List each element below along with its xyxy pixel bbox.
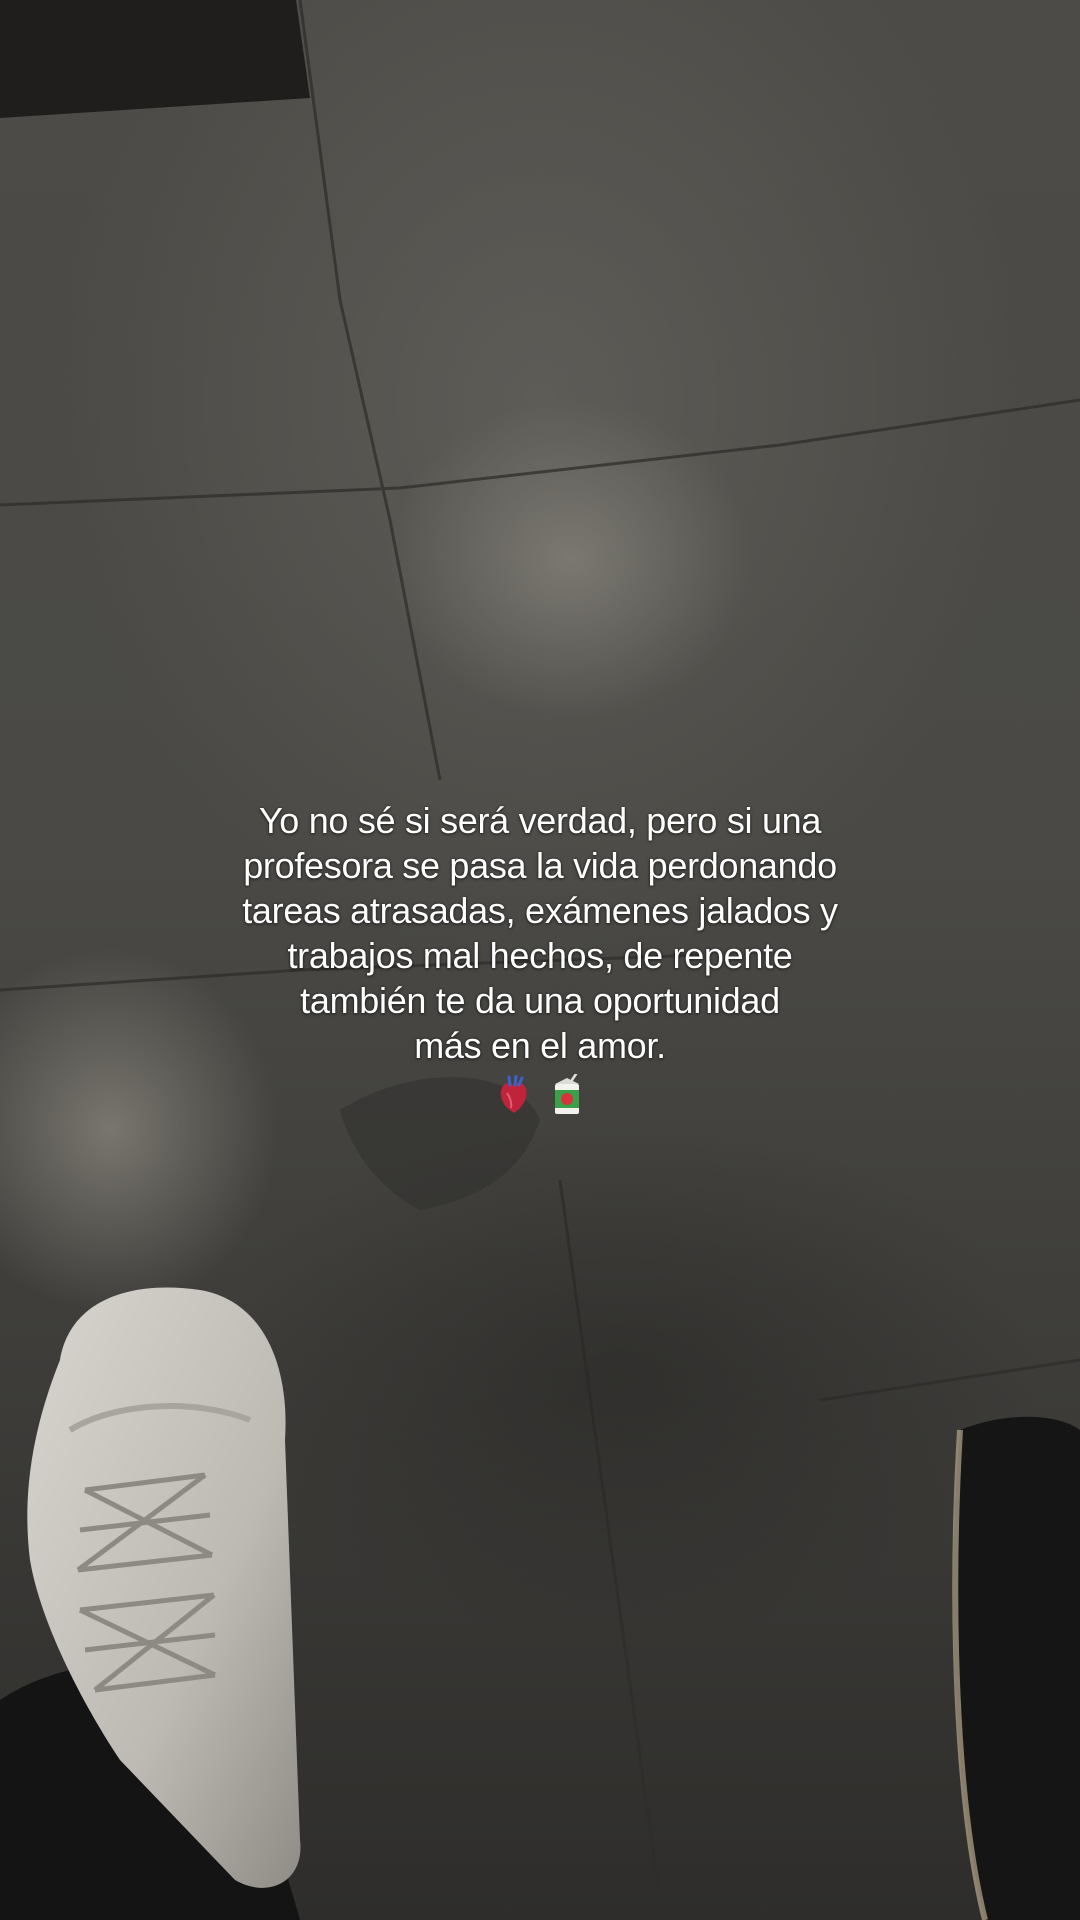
caption-line-5: también te da una oportunidad xyxy=(300,980,780,1021)
caption-line-4: trabajos mal hechos, de repente xyxy=(287,935,793,976)
caption-line-1: Yo no sé si será verdad, pero si una xyxy=(258,800,822,841)
caption-line-3: tareas atrasadas, exámenes jalados y xyxy=(242,890,838,931)
anatomical-heart-icon xyxy=(500,1075,527,1114)
caption-emoji-row xyxy=(140,1070,940,1115)
story-caption: Yo no sé si será verdad, pero si una pro… xyxy=(140,798,940,1115)
caption-line-2: profesora se pasa la vida perdonando xyxy=(243,845,837,886)
photo-background: Yo no sé si será verdad, pero si una pro… xyxy=(0,0,1080,1920)
caption-line-6: más en el amor. xyxy=(414,1025,666,1066)
dark-corner xyxy=(0,0,310,118)
juice-box-icon xyxy=(554,1074,579,1115)
person-shadow xyxy=(200,1120,1040,1640)
